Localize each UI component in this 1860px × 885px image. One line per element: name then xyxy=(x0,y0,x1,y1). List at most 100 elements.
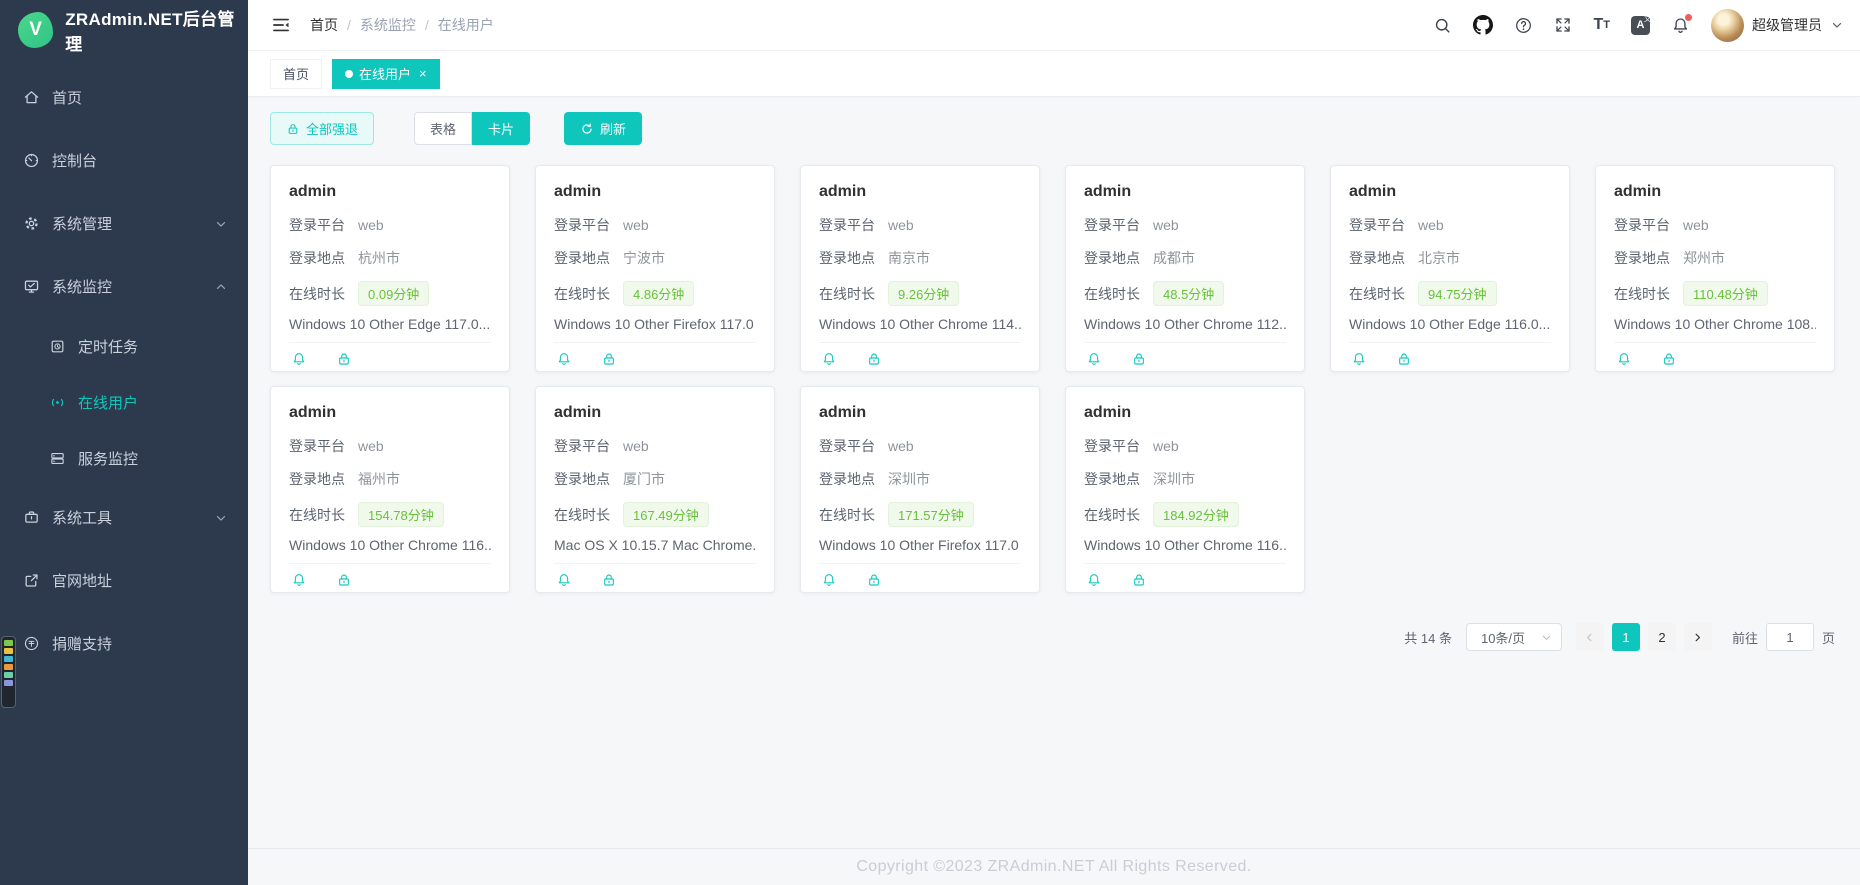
sidebar-item-label: 官网地址 xyxy=(52,570,228,591)
sidebar-item-label: 系统管理 xyxy=(52,213,214,234)
help-icon[interactable] xyxy=(1514,16,1533,35)
lock-icon[interactable] xyxy=(601,572,617,588)
lock-icon[interactable] xyxy=(1396,351,1412,367)
user-agent-text: Windows 10 Other Edge 116.0.... xyxy=(1349,316,1551,332)
card-username: admin xyxy=(554,404,756,422)
refresh-button[interactable]: 刷新 xyxy=(564,112,642,145)
platform-value: web xyxy=(1153,217,1179,233)
close-icon[interactable]: × xyxy=(419,66,427,81)
sidebar-item-online-users[interactable]: 在线用户 xyxy=(0,374,248,430)
external-link-icon xyxy=(22,572,40,590)
sidebar-item-system-manage[interactable]: 系统管理 xyxy=(0,192,248,255)
location-value: 福州市 xyxy=(358,469,400,489)
breadcrumb-home[interactable]: 首页 xyxy=(310,15,338,35)
pagination-total: 共 14 条 xyxy=(1404,628,1452,647)
lock-icon[interactable] xyxy=(336,572,352,588)
view-table-button[interactable]: 表格 xyxy=(414,112,472,145)
location-value: 深圳市 xyxy=(888,469,930,489)
bell-icon[interactable] xyxy=(821,351,837,367)
lock-icon[interactable] xyxy=(1661,351,1677,367)
github-icon[interactable] xyxy=(1473,15,1493,35)
location-label: 登录地点 xyxy=(1614,248,1670,268)
platform-label: 登录平台 xyxy=(819,215,875,235)
page-footer: Copyright ©2023 ZRAdmin.NET All Rights R… xyxy=(248,848,1860,885)
sidebar-item-system-tools[interactable]: 系统工具 xyxy=(0,486,248,549)
platform-label: 登录平台 xyxy=(1084,436,1140,456)
lock-icon[interactable] xyxy=(866,572,882,588)
lock-icon[interactable] xyxy=(1131,572,1147,588)
tag-active[interactable]: 在线用户× xyxy=(332,59,440,89)
page-button-1[interactable]: 1 xyxy=(1612,623,1640,651)
location-label: 登录地点 xyxy=(289,469,345,489)
platform-label: 登录平台 xyxy=(819,436,875,456)
duration-badge: 154.78分钟 xyxy=(358,502,444,527)
app-title: ZRAdmin.NET后台管理 xyxy=(65,5,248,55)
prev-page-button[interactable] xyxy=(1576,623,1604,651)
bell-icon[interactable] xyxy=(1351,351,1367,367)
online-user-card: admin登录平台web登录地点宁波市在线时长4.86分钟Windows 10 … xyxy=(535,165,775,372)
bell-icon[interactable] xyxy=(821,572,837,588)
bell-icon[interactable] xyxy=(556,351,572,367)
lock-icon[interactable] xyxy=(601,351,617,367)
location-value: 厦门市 xyxy=(623,469,665,489)
platform-label: 登录平台 xyxy=(1084,215,1140,235)
notification-dot xyxy=(1684,13,1693,22)
sidebar-item-donate[interactable]: 捐赠支持 xyxy=(0,612,248,675)
platform-value: web xyxy=(1418,217,1444,233)
sidebar-item-system-monitor[interactable]: 系统监控 xyxy=(0,255,248,318)
sidebar-item-label: 系统监控 xyxy=(52,276,214,297)
bell-icon[interactable] xyxy=(556,572,572,588)
bell-icon[interactable] xyxy=(291,351,307,367)
location-value: 郑州市 xyxy=(1683,248,1725,268)
avatar[interactable] xyxy=(1711,9,1744,42)
location-label: 登录地点 xyxy=(1084,469,1140,489)
bell-icon[interactable] xyxy=(1616,351,1632,367)
user-menu[interactable]: 超级管理员 xyxy=(1711,9,1844,42)
goto-page-input[interactable] xyxy=(1766,623,1814,651)
lock-icon[interactable] xyxy=(336,351,352,367)
tag-item[interactable]: 首页 xyxy=(270,59,322,89)
lock-icon[interactable] xyxy=(866,351,882,367)
sidebar-fold-icon[interactable] xyxy=(268,12,294,38)
fullscreen-icon[interactable] xyxy=(1554,16,1572,34)
page-content: 全部强退 表格 卡片 刷新 admin登录平台web登录地点杭州市在线时长0.0… xyxy=(248,97,1860,848)
language-icon[interactable]: A文 xyxy=(1631,16,1650,35)
bell-icon[interactable] xyxy=(1671,16,1690,35)
refresh-icon xyxy=(580,122,594,136)
search-icon[interactable] xyxy=(1433,16,1452,35)
page-size-select[interactable]: 10条/页 xyxy=(1466,623,1562,651)
force-logout-all-button[interactable]: 全部强退 xyxy=(270,112,374,145)
next-page-button[interactable] xyxy=(1684,623,1712,651)
platform-value: web xyxy=(1683,217,1709,233)
view-card-button[interactable]: 卡片 xyxy=(472,112,530,145)
bell-icon[interactable] xyxy=(1086,351,1102,367)
font-size-icon[interactable]: TT xyxy=(1593,17,1610,33)
platform-value: web xyxy=(623,217,649,233)
sidebar-item-label: 首页 xyxy=(52,87,228,108)
sidebar-item-label: 捐赠支持 xyxy=(52,633,228,654)
sidebar-item-website[interactable]: 官网地址 xyxy=(0,549,248,612)
logo-row[interactable]: V ZRAdmin.NET后台管理 xyxy=(0,0,248,60)
breadcrumb-monitor[interactable]: 系统监控 xyxy=(360,15,416,35)
card-username: admin xyxy=(1614,183,1816,201)
lock-icon[interactable] xyxy=(1131,351,1147,367)
sidebar-item-console[interactable]: 控制台 xyxy=(0,129,248,192)
page-button-2[interactable]: 2 xyxy=(1648,623,1676,651)
user-name: 超级管理员 xyxy=(1752,15,1822,35)
sidebar-item-service-monitor[interactable]: 服务监控 xyxy=(0,430,248,486)
user-agent-text: Windows 10 Other Chrome 116.... xyxy=(1084,537,1286,553)
card-username: admin xyxy=(554,183,756,201)
sidebar-menu: 首页控制台系统管理系统监控定时任务在线用户服务监控系统工具官网地址捐赠支持 xyxy=(0,60,248,885)
platform-value: web xyxy=(358,438,384,454)
page-numbers: 12 xyxy=(1612,623,1676,651)
devtools-widget[interactable] xyxy=(1,636,16,708)
bell-icon[interactable] xyxy=(291,572,307,588)
duration-label: 在线时长 xyxy=(1349,284,1405,304)
user-agent-text: Windows 10 Other Chrome 112.... xyxy=(1084,316,1286,332)
bell-icon[interactable] xyxy=(1086,572,1102,588)
platform-label: 登录平台 xyxy=(1614,215,1670,235)
sidebar-item-scheduled-tasks[interactable]: 定时任务 xyxy=(0,318,248,374)
sidebar-item-label: 定时任务 xyxy=(78,336,228,357)
card-actions xyxy=(1084,342,1286,367)
sidebar-item-home[interactable]: 首页 xyxy=(0,66,248,129)
